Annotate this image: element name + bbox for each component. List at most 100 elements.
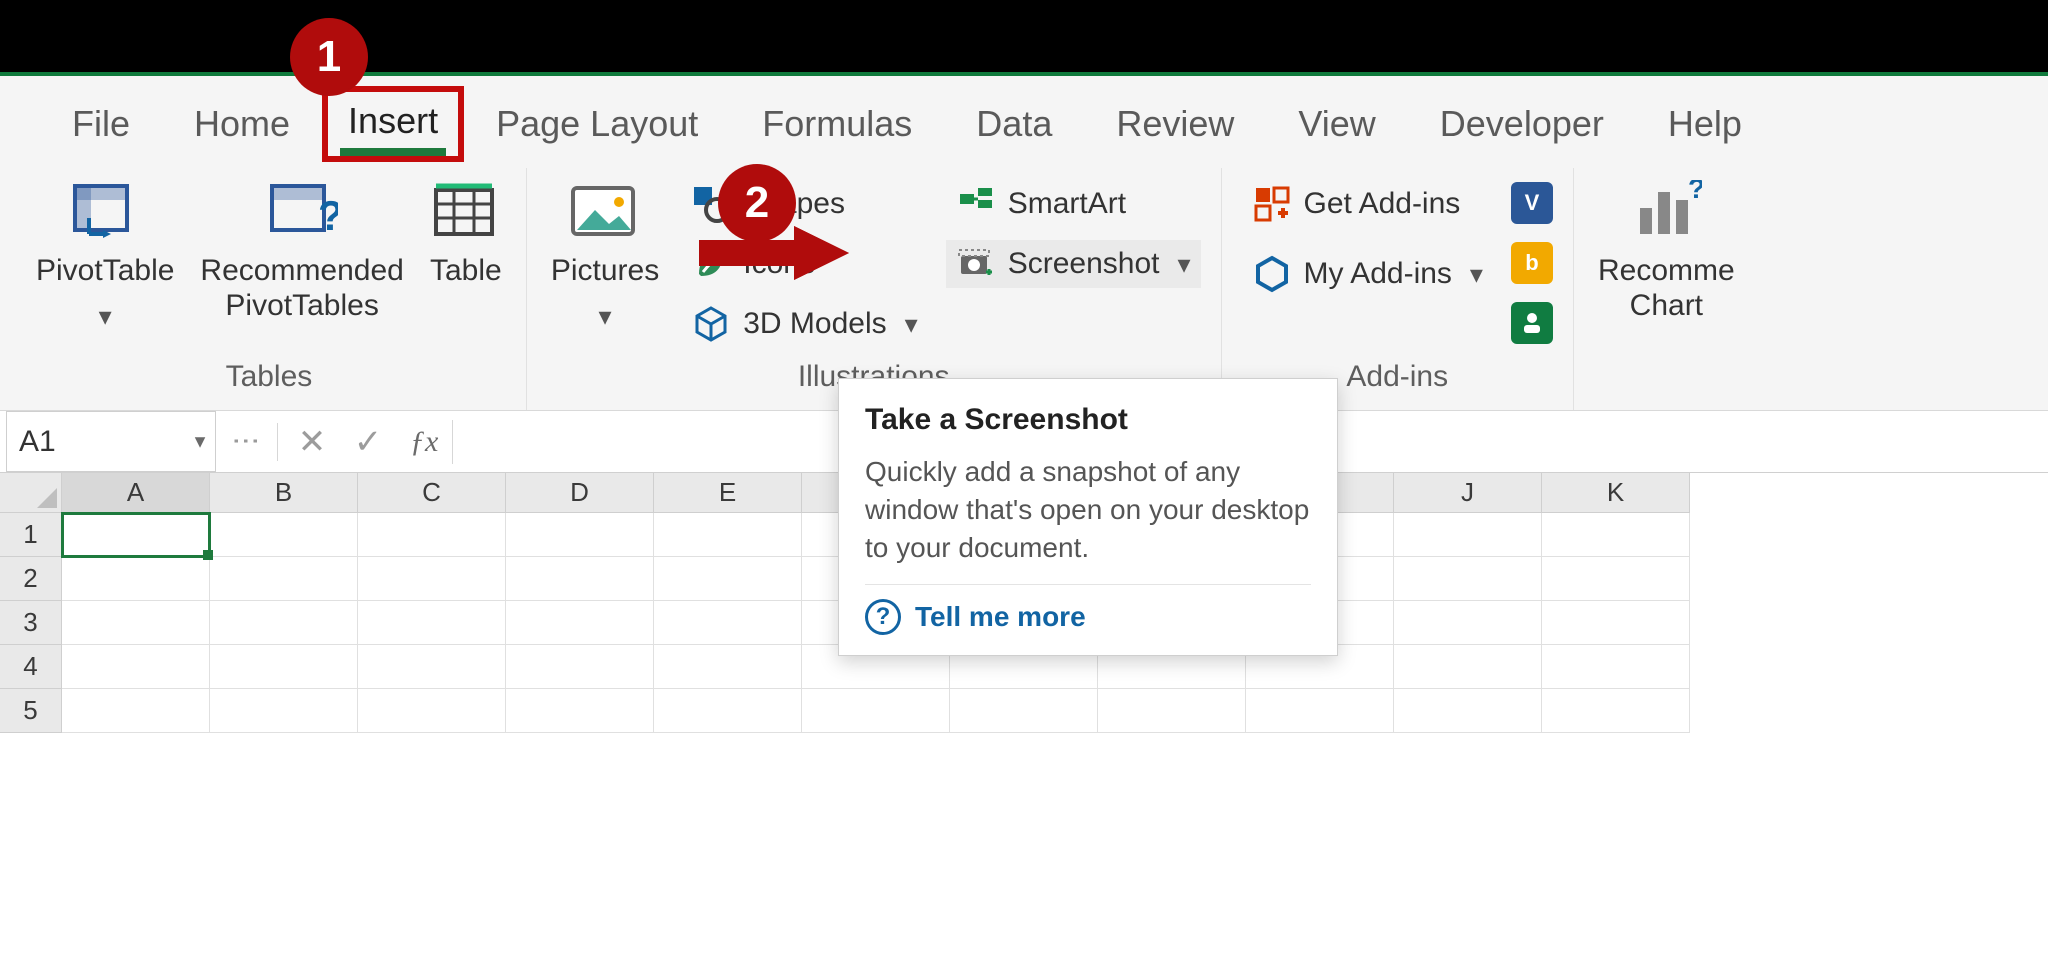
cell-H5[interactable] <box>1098 689 1246 733</box>
tooltip-divider <box>865 584 1311 585</box>
charts-icon: ? <box>1630 180 1702 244</box>
cell-E4[interactable] <box>654 645 802 689</box>
cell-K3[interactable] <box>1542 601 1690 645</box>
cell-A3[interactable] <box>62 601 210 645</box>
cell-E5[interactable] <box>654 689 802 733</box>
cell-D3[interactable] <box>506 601 654 645</box>
tooltip-body: Quickly add a snapshot of any window tha… <box>865 453 1311 566</box>
row-header-5[interactable]: 5 <box>0 689 62 733</box>
3d-models-button[interactable]: 3D Models ▾ <box>681 300 927 348</box>
smartart-button[interactable]: SmartArt <box>946 180 1201 228</box>
chevron-down-icon: ▾ <box>1177 249 1190 280</box>
cell-E1[interactable] <box>654 513 802 557</box>
callout-badge-1-label: 1 <box>317 32 341 82</box>
col-header-C[interactable]: C <box>358 473 506 513</box>
cell-J3[interactable] <box>1394 601 1542 645</box>
group-charts-label <box>1662 354 1670 404</box>
cell-C3[interactable] <box>358 601 506 645</box>
my-addins-button[interactable]: My Add-ins ▾ <box>1242 250 1493 298</box>
cell-E2[interactable] <box>654 557 802 601</box>
cell-C4[interactable] <box>358 645 506 689</box>
tab-view[interactable]: View <box>1266 95 1407 153</box>
cell-J1[interactable] <box>1394 513 1542 557</box>
pictures-button[interactable]: Pictures ▾ <box>547 176 663 336</box>
select-all-corner[interactable] <box>0 473 62 513</box>
screenshot-label: Screenshot <box>1008 247 1160 281</box>
cell-D2[interactable] <box>506 557 654 601</box>
enter-button[interactable]: ✓ <box>340 411 396 472</box>
col-header-E[interactable]: E <box>654 473 802 513</box>
cell-B5[interactable] <box>210 689 358 733</box>
tab-developer[interactable]: Developer <box>1408 95 1636 153</box>
row-header-1[interactable]: 1 <box>0 513 62 557</box>
cell-B3[interactable] <box>210 601 358 645</box>
col-header-K[interactable]: K <box>1542 473 1690 513</box>
recommended-pivottables-button[interactable]: ? Recommended PivotTables <box>196 176 407 327</box>
col-header-B[interactable]: B <box>210 473 358 513</box>
pivottable-button[interactable]: PivotTable ▾ <box>32 176 178 336</box>
chevron-down-icon: ▾ <box>1470 259 1483 290</box>
tab-help[interactable]: Help <box>1636 95 1774 153</box>
bing-maps-icon[interactable]: b <box>1511 242 1553 284</box>
tab-review[interactable]: Review <box>1084 95 1266 153</box>
callout-badge-2: 2 <box>720 166 794 240</box>
ribbon-tabs: File Home Insert Page Layout Formulas Da… <box>0 76 2048 168</box>
cell-J5[interactable] <box>1394 689 1542 733</box>
cell-I5[interactable] <box>1246 689 1394 733</box>
cell-K5[interactable] <box>1542 689 1690 733</box>
pictures-icon <box>565 180 645 244</box>
recommended-pivottables-icon: ? <box>266 180 338 244</box>
cell-C5[interactable] <box>358 689 506 733</box>
cell-D1[interactable] <box>506 513 654 557</box>
3d-models-label: 3D Models <box>743 307 886 341</box>
tab-insert-highlight: Insert <box>322 86 464 162</box>
cell-F5[interactable] <box>802 689 950 733</box>
cell-G5[interactable] <box>950 689 1098 733</box>
cell-A4[interactable] <box>62 645 210 689</box>
cell-B4[interactable] <box>210 645 358 689</box>
fx-icon[interactable]: ƒx <box>396 425 452 459</box>
cell-E3[interactable] <box>654 601 802 645</box>
visio-data-visualizer-icon[interactable]: V <box>1511 182 1553 224</box>
cell-K2[interactable] <box>1542 557 1690 601</box>
cell-J2[interactable] <box>1394 557 1542 601</box>
cell-B2[interactable] <box>210 557 358 601</box>
col-header-J[interactable]: J <box>1394 473 1542 513</box>
tab-data[interactable]: Data <box>944 95 1084 153</box>
tab-file[interactable]: File <box>40 95 162 153</box>
row-header-2[interactable]: 2 <box>0 557 62 601</box>
cell-K1[interactable] <box>1542 513 1690 557</box>
cell-J4[interactable] <box>1394 645 1542 689</box>
cell-B1[interactable] <box>210 513 358 557</box>
col-header-D[interactable]: D <box>506 473 654 513</box>
tab-home[interactable]: Home <box>162 95 322 153</box>
tab-page-layout[interactable]: Page Layout <box>464 95 730 153</box>
cancel-button[interactable]: ✕ <box>284 411 340 472</box>
row-header-3[interactable]: 3 <box>0 601 62 645</box>
tell-me-more-label: Tell me more <box>915 601 1086 633</box>
cell-A1[interactable] <box>62 513 210 557</box>
screenshot-button[interactable]: Screenshot ▾ <box>946 240 1201 288</box>
col-header-A[interactable]: A <box>62 473 210 513</box>
table-label: Table <box>430 254 502 289</box>
cell-A2[interactable] <box>62 557 210 601</box>
cell-K4[interactable] <box>1542 645 1690 689</box>
row-header-4[interactable]: 4 <box>0 645 62 689</box>
recommended-charts-button[interactable]: ? Recomme Chart <box>1594 176 1739 327</box>
group-addins: Get Add-ins My Add-ins ▾ <box>1222 168 1574 410</box>
camera-icon <box>956 244 996 284</box>
grip-icon[interactable]: ⋮ <box>222 427 271 457</box>
cell-A5[interactable] <box>62 689 210 733</box>
get-addins-button[interactable]: Get Add-ins <box>1242 180 1493 228</box>
cell-D4[interactable] <box>506 645 654 689</box>
cell-D5[interactable] <box>506 689 654 733</box>
tell-me-more-link[interactable]: ? Tell me more <box>865 599 1311 635</box>
people-graph-icon[interactable] <box>1511 302 1553 344</box>
tab-insert[interactable]: Insert <box>340 94 446 142</box>
chevron-down-icon[interactable]: ▼ <box>191 431 209 452</box>
cell-C1[interactable] <box>358 513 506 557</box>
tab-formulas[interactable]: Formulas <box>730 95 944 153</box>
name-box[interactable]: A1 ▼ <box>6 411 216 472</box>
table-button[interactable]: Table <box>426 176 506 293</box>
cell-C2[interactable] <box>358 557 506 601</box>
